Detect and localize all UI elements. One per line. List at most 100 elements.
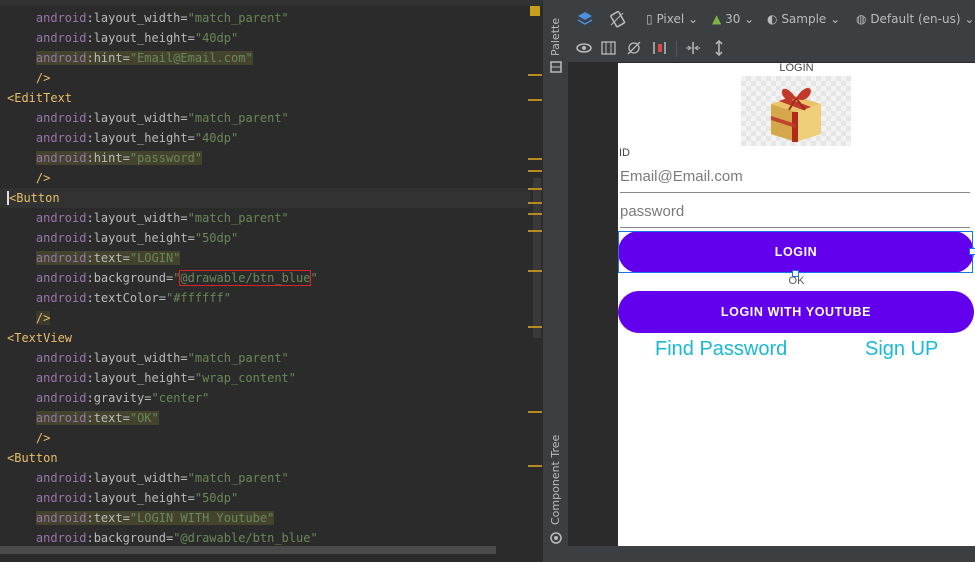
code-line[interactable]: android:gravity="center" xyxy=(0,388,530,408)
code-line[interactable]: android:text="LOGIN" xyxy=(0,248,530,268)
eye-icon[interactable] xyxy=(576,40,594,62)
code-line[interactable]: android:layout_height="40dp" xyxy=(0,128,530,148)
api-selector[interactable]: ▲ 30 ⌄ xyxy=(712,10,754,28)
code-token: android xyxy=(35,411,87,425)
device-label: Pixel xyxy=(656,12,685,26)
code-line[interactable]: android:layout_width="match_parent" xyxy=(0,348,530,368)
code-token: android xyxy=(35,291,87,305)
code-line[interactable]: <EditText xyxy=(0,88,530,108)
gutter-mark[interactable] xyxy=(528,74,542,76)
email-field[interactable]: Email@Email.com xyxy=(620,162,970,193)
code-line[interactable]: android:layout_width="match_parent" xyxy=(0,468,530,488)
component-tree-icon[interactable] xyxy=(550,529,562,548)
code-token: "@drawable/btn_blue" xyxy=(173,531,318,545)
resize-handle-right[interactable] xyxy=(969,248,975,255)
code-editor[interactable]: android:layout_width="match_parent" andr… xyxy=(0,0,542,562)
locale-selector[interactable]: ◍ Default (en-us) ⌄ xyxy=(856,10,974,28)
constraints-icon[interactable] xyxy=(626,40,642,60)
code-line[interactable]: android:background="@drawable/btn_blue" xyxy=(0,268,530,288)
gutter-mark[interactable] xyxy=(528,411,542,413)
code-token: :layout_height= xyxy=(86,231,195,245)
code-token: "center" xyxy=(151,391,210,405)
code-line[interactable]: /> xyxy=(0,308,530,328)
rotate-icon[interactable] xyxy=(608,10,626,32)
gutter-mark[interactable] xyxy=(528,99,542,101)
layers-icon[interactable] xyxy=(576,10,594,32)
youtube-login-button[interactable]: LOGIN WITH YOUTUBE xyxy=(618,291,974,333)
sign-up-link[interactable]: Sign UP xyxy=(865,338,938,361)
theme-icon: ◐ xyxy=(767,12,778,26)
code-token: android xyxy=(35,511,87,525)
ok-text: OK xyxy=(788,275,805,287)
toolbar-divider xyxy=(676,41,677,57)
blueprint-icon[interactable] xyxy=(601,40,617,60)
code-token: "50dp" xyxy=(194,491,239,505)
code-token: :hint= xyxy=(86,51,130,65)
code-line[interactable]: android:text="OK" xyxy=(0,408,530,428)
gutter-mark[interactable] xyxy=(528,326,542,328)
palette-tab[interactable]: Palette xyxy=(549,18,562,56)
code-token: /> xyxy=(35,171,51,185)
code-line[interactable]: android:textColor="#ffffff" xyxy=(0,288,530,308)
device-preview[interactable]: LOGIN ID Email@Email.com password LOGIN … xyxy=(618,62,975,546)
gutter-mark[interactable] xyxy=(528,170,542,172)
code-token: android xyxy=(35,211,87,225)
code-line[interactable]: android:hint="password" xyxy=(0,148,530,168)
component-tree-tab[interactable]: Component Tree xyxy=(549,435,562,525)
code-line[interactable]: android:hint="Email@Email.com" xyxy=(0,48,530,68)
code-token: android xyxy=(35,31,87,45)
code-line[interactable]: <TextView xyxy=(0,328,530,348)
gutter-mark[interactable] xyxy=(528,465,542,467)
code-line[interactable]: /> xyxy=(0,168,530,188)
code-line[interactable]: android:background="@drawable/btn_blue" xyxy=(0,528,530,548)
code-token: "match_parent" xyxy=(187,351,289,365)
gift-image[interactable] xyxy=(741,76,851,146)
code-line[interactable]: android:text="LOGIN WITH Youtube" xyxy=(0,508,530,528)
code-line[interactable]: android:layout_height="50dp" xyxy=(0,228,530,248)
editor-horizontal-scrollbar[interactable] xyxy=(0,546,496,554)
device-selector[interactable]: ▯ Pixel ⌄ xyxy=(646,10,698,28)
code-line[interactable]: <Button xyxy=(0,448,530,468)
id-label: ID xyxy=(619,147,630,159)
theme-selector[interactable]: ◐ Sample ⌄ xyxy=(767,10,840,28)
chevron-down-icon: ⌄ xyxy=(964,12,975,26)
warning-indicator[interactable] xyxy=(530,6,540,16)
phone-icon: ▯ xyxy=(646,12,653,26)
gutter-mark[interactable] xyxy=(528,213,542,215)
code-line[interactable]: /> xyxy=(0,428,530,448)
gutter-mark[interactable] xyxy=(528,158,542,160)
code-line[interactable]: android:layout_width="match_parent" xyxy=(0,8,530,28)
code-token: :layout_width= xyxy=(86,351,188,365)
code-line[interactable]: android:layout_height="40dp" xyxy=(0,28,530,48)
code-line[interactable]: android:layout_height="50dp" xyxy=(0,488,530,508)
gutter-mark[interactable] xyxy=(528,188,542,190)
code-line[interactable]: android:layout_width="match_parent" xyxy=(0,208,530,228)
palette-icon[interactable] xyxy=(550,58,562,77)
password-field[interactable]: password xyxy=(620,197,970,228)
code-line[interactable]: <Button xyxy=(0,188,530,208)
gutter-mark[interactable] xyxy=(528,270,542,272)
code-token: :layout_height= xyxy=(86,491,195,505)
code-token: @drawable/btn_blue xyxy=(179,270,312,286)
code-token: "wrap_content" xyxy=(194,371,297,385)
pack-vertical-icon[interactable] xyxy=(711,39,727,60)
code-line[interactable]: android:layout_width="match_parent" xyxy=(0,108,530,128)
code-line[interactable]: /> xyxy=(0,68,530,88)
margin-icon[interactable] xyxy=(652,40,668,60)
code-token: android xyxy=(35,51,87,65)
gutter-mark[interactable] xyxy=(528,202,542,204)
pack-horizontal-icon[interactable] xyxy=(685,40,701,60)
find-password-link[interactable]: Find Password xyxy=(655,338,787,361)
gutter-mark[interactable] xyxy=(528,230,542,232)
code-line[interactable]: android:layout_height="wrap_content" xyxy=(0,368,530,388)
